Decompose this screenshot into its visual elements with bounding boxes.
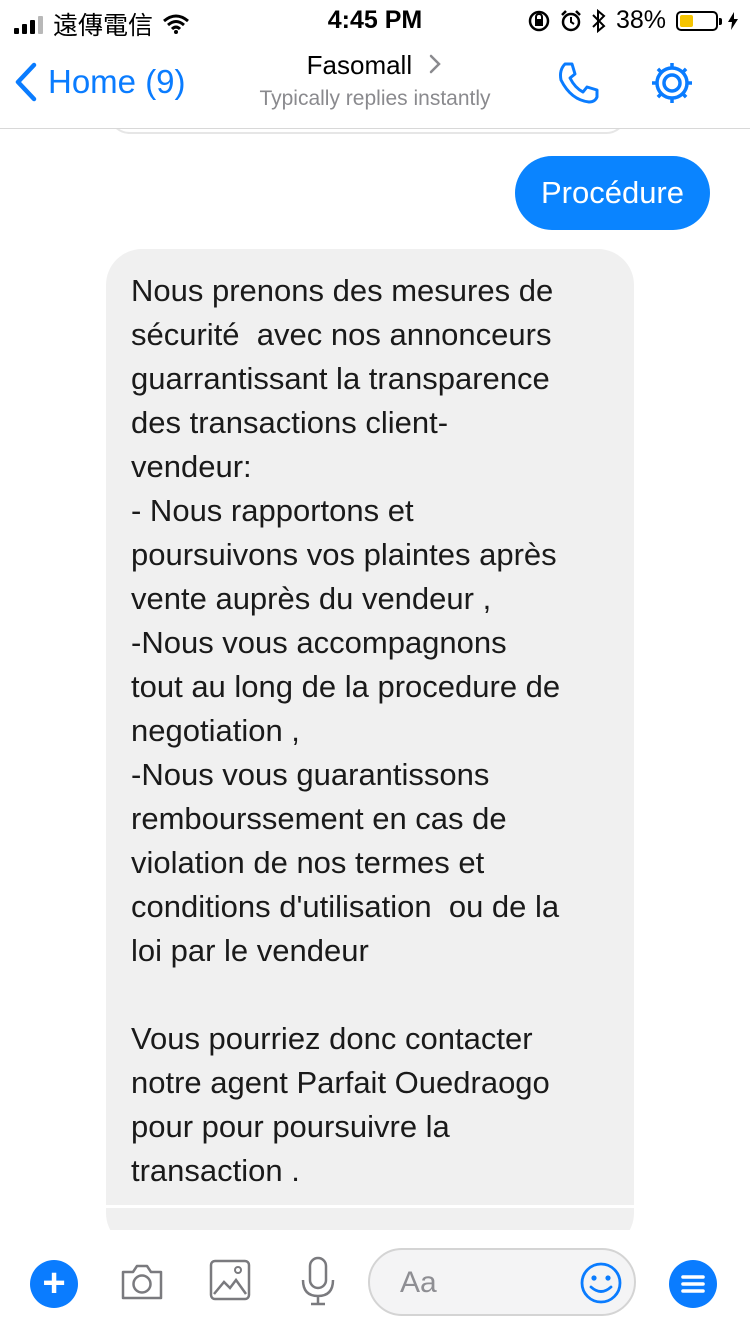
emoji-icon[interactable] [578,1260,624,1306]
back-button[interactable]: Home (9) [14,62,186,102]
menu-icon[interactable] [669,1260,717,1308]
alarm-icon [561,9,581,31]
battery-icon [676,10,722,31]
message-input[interactable] [398,1262,572,1304]
composer-bar: + [0,1230,750,1334]
gear-icon[interactable] [649,60,695,106]
charging-icon [728,11,738,30]
hamburger-lines-icon [681,1275,705,1293]
message-input-container[interactable] [368,1248,636,1316]
outgoing-message[interactable]: Procédure [514,156,710,230]
battery-fill [680,14,693,27]
chevron-right-icon [430,54,442,74]
battery-percent: 38% [615,6,666,34]
message-list[interactable]: Procédure Nous prenons des mesures de sé… [0,129,750,1230]
contact-info[interactable]: Fasomall Typically replies instantly [200,50,550,111]
reply-status: Typically replies instantly [259,87,491,110]
chevron-left-icon [15,62,37,102]
outgoing-message-text: Procédure [540,175,684,210]
camera-icon[interactable] [118,1258,166,1306]
image-icon[interactable] [208,1258,252,1302]
status-bar: 遠傳電信 4:45 PM 38% [0,0,750,40]
microphone-icon[interactable] [299,1255,337,1307]
status-icons: 38% [528,6,738,35]
phone-icon[interactable] [555,60,601,106]
message-divider [106,1205,634,1208]
rotation-lock-icon [528,10,550,31]
previous-message-bubble [108,129,628,134]
contact-name-row: Fasomall [200,50,550,81]
conversation-header: Home (9) Fasomall Typically replies inst… [0,40,750,129]
bluetooth-icon [592,8,606,33]
incoming-message[interactable]: Nous prenons des mesures de sécurité ave… [106,249,634,1230]
incoming-message-text: Nous prenons des mesures de sécurité ave… [131,273,561,1188]
plus-icon[interactable]: + [30,1260,78,1308]
back-label: Home (9) [48,63,186,100]
contact-name: Fasomall [306,50,413,80]
